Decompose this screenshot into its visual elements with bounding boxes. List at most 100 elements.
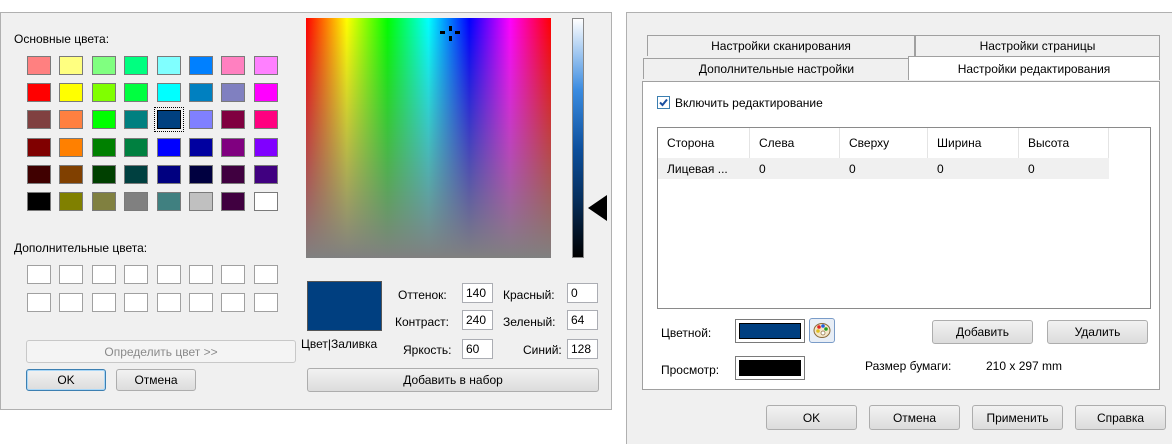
help-button[interactable]: Справка [1075,405,1166,430]
custom-color-swatch[interactable] [27,293,51,312]
column-header[interactable]: Сверху [840,128,928,158]
table-row[interactable]: Лицевая ... 0 0 0 0 [658,158,1109,179]
luminosity-input[interactable]: 60 [462,339,493,359]
basic-color-swatch[interactable] [91,137,116,157]
basic-color-swatch[interactable] [156,83,181,103]
basic-color-swatch[interactable] [189,192,213,211]
custom-color-swatch[interactable] [124,265,149,284]
basic-color-swatch[interactable] [27,56,51,75]
basic-color-swatch[interactable] [189,137,213,157]
custom-color-swatch[interactable] [156,293,181,312]
basic-color-swatch[interactable] [253,137,278,157]
green-input[interactable]: 64 [567,310,598,330]
enable-edit-checkbox[interactable] [657,96,670,109]
basic-color-swatch[interactable] [91,56,116,75]
basic-color-swatch[interactable] [221,164,246,184]
red-input[interactable]: 0 [567,283,598,303]
column-header[interactable]: Ширина [928,128,1019,158]
basic-color-swatch[interactable] [91,192,116,211]
basic-color-swatch[interactable] [124,137,149,157]
basic-color-swatch[interactable] [156,164,181,184]
basic-color-swatch[interactable] [59,110,84,130]
basic-color-swatch[interactable] [221,192,246,211]
basic-color-swatch[interactable] [27,83,51,103]
crosshair-icon[interactable] [440,26,460,46]
basic-color-swatch[interactable] [253,83,278,103]
color-spectrum[interactable] [306,18,551,258]
custom-color-swatch[interactable] [221,293,246,312]
basic-color-swatch[interactable] [189,164,213,184]
basic-color-swatch[interactable] [156,137,181,157]
palette-icon [813,323,831,338]
custom-color-swatch[interactable] [156,265,181,284]
basic-color-swatch[interactable] [253,110,278,130]
add-region-button[interactable]: Добавить [932,320,1033,344]
basic-color-swatch[interactable] [189,83,213,103]
basic-color-swatch[interactable] [221,137,246,157]
luminosity-slider[interactable] [572,18,584,258]
custom-color-swatch[interactable] [221,265,246,284]
custom-color-swatch[interactable] [27,265,51,284]
basic-color-swatch[interactable] [156,192,181,211]
tab-advanced-settings[interactable]: Дополнительные настройки [643,58,910,79]
basic-color-swatch[interactable] [253,56,278,75]
custom-color-swatch[interactable] [189,265,213,284]
basic-color-swatch[interactable] [91,110,116,130]
basic-color-swatch[interactable] [27,164,51,184]
basic-color-swatch[interactable] [91,83,116,103]
apply-button[interactable]: Применить [972,405,1063,430]
basic-color-swatch[interactable] [59,137,84,157]
delete-region-button[interactable]: Удалить [1047,320,1148,344]
basic-color-swatch[interactable] [189,56,213,75]
enable-edit-label[interactable]: Включить редактирование [675,96,823,110]
basic-color-swatch[interactable] [124,164,149,184]
basic-color-swatch[interactable] [124,110,149,130]
luminosity-arrow-icon[interactable] [588,195,607,221]
custom-color-swatch[interactable] [189,293,213,312]
basic-color-swatch[interactable] [59,83,84,103]
basic-color-swatch[interactable] [59,164,84,184]
column-header[interactable]: Высота [1019,128,1109,158]
palette-button[interactable] [809,318,835,343]
column-header[interactable]: Сторона [658,128,750,158]
add-to-custom-button[interactable]: Добавить в набор [307,368,599,392]
blue-input[interactable]: 128 [567,339,598,359]
color-swatch-box[interactable] [735,319,805,343]
basic-color-swatch[interactable] [124,192,149,211]
basic-color-swatch[interactable] [59,192,84,211]
custom-color-swatch[interactable] [59,293,84,312]
hue-input[interactable]: 140 [462,283,493,303]
cancel-button[interactable]: Отмена [116,369,196,391]
custom-color-swatch[interactable] [253,265,278,284]
ok-button[interactable]: OK [766,405,857,430]
basic-color-swatch[interactable] [253,164,278,184]
basic-color-swatch[interactable] [124,56,149,75]
basic-color-swatch[interactable] [59,56,84,75]
custom-color-swatch[interactable] [91,265,116,284]
saturation-input[interactable]: 240 [462,310,493,330]
define-color-button[interactable]: Определить цвет >> [26,340,296,363]
basic-color-swatch[interactable] [221,110,246,130]
ok-button[interactable]: OK [26,369,106,391]
column-header[interactable]: Слева [750,128,840,158]
tab-edit-settings[interactable]: Настройки редактирования [908,56,1160,80]
custom-color-swatch[interactable] [59,265,84,284]
basic-color-swatch[interactable] [124,83,149,103]
cancel-button[interactable]: Отмена [869,405,960,430]
basic-color-swatch[interactable] [27,110,51,130]
basic-color-swatch[interactable] [27,137,51,157]
tab-scan-settings[interactable]: Настройки сканирования [647,35,915,56]
basic-color-swatch[interactable] [189,110,213,130]
basic-color-swatch[interactable] [153,107,184,133]
preview-swatch-box[interactable] [735,356,805,380]
custom-color-swatch[interactable] [253,293,278,312]
custom-color-swatch[interactable] [91,293,116,312]
basic-color-swatch[interactable] [156,56,181,75]
basic-color-swatch[interactable] [27,192,51,211]
basic-color-swatch[interactable] [91,164,116,184]
basic-color-swatch[interactable] [221,83,246,103]
basic-color-swatch[interactable] [221,56,246,75]
custom-color-swatch[interactable] [124,293,149,312]
basic-color-swatch[interactable] [253,192,278,211]
tab-page-settings[interactable]: Настройки страницы [915,35,1160,56]
